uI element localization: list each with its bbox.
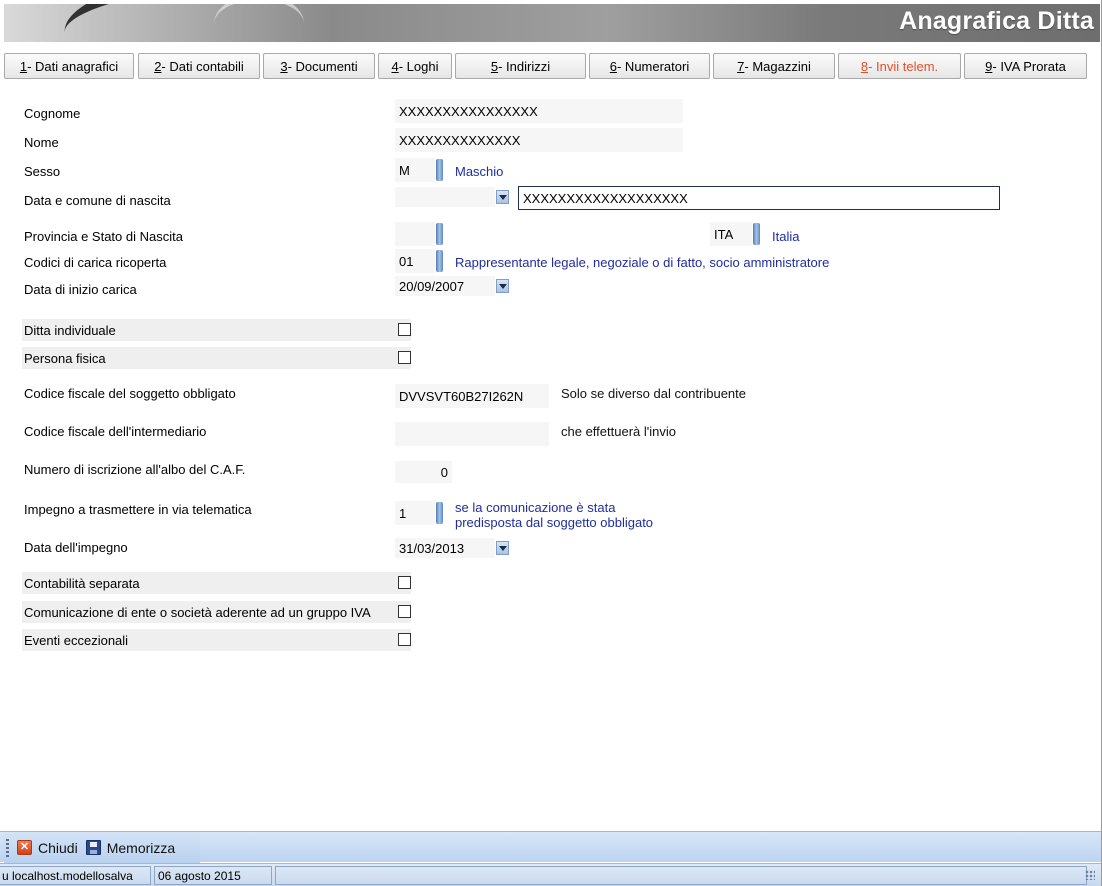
status-date: 06 agosto 2015 [154,866,272,885]
tab-loghi[interactable]: 4 - Loghi [378,53,452,79]
banner-decoration-highlight [214,4,304,42]
cognome-input[interactable]: XXXXXXXXXXXXXXXX [395,99,683,123]
data-nascita-dropdown-icon[interactable] [496,190,509,204]
tab-iva-prorata[interactable]: 9 - IVA Prorata [964,53,1087,79]
gruppo-iva-label: Comunicazione di ente o società aderente… [22,601,411,623]
inizio-carica-dropdown-icon[interactable] [496,279,509,293]
resize-grip-icon[interactable] [1085,870,1095,880]
nome-label: Nome [24,134,59,150]
cf-obbligato-label: Codice fiscale del soggetto obbligato [24,385,236,401]
close-button[interactable]: ✕ Chiudi [17,840,78,856]
header-banner: Anagrafica Ditta [4,4,1100,42]
provincia-label: Provincia e Stato di Nascita [24,228,183,244]
inizio-carica-label: Data di inizio carica [24,281,137,297]
close-icon: ✕ [17,840,32,855]
sesso-label: Sesso [24,163,61,179]
status-connection: u localhost.modellosalva [0,866,151,885]
nascita-label: Data e comune di nascita [24,192,171,208]
ditta-individuale-label: Ditta individuale [22,319,411,341]
ditta-individuale-checkbox[interactable] [398,323,411,336]
nome-input[interactable]: XXXXXXXXXXXXXX [395,128,683,152]
stato-input[interactable]: ITA [710,222,752,246]
impegno-input[interactable]: 1 [395,501,435,525]
persona-fisica-checkbox[interactable] [398,351,411,364]
tab-numeratori[interactable]: 6 - Numeratori [589,53,710,79]
data-impegno-dropdown-icon[interactable] [496,541,509,555]
cf-intermediario-input[interactable] [395,422,549,446]
tab-dati-contabili[interactable]: 2 - Dati contabili [138,53,260,79]
tab-indirizzi[interactable]: 5 - Indirizzi [455,53,586,79]
comune-nascita-input[interactable]: XXXXXXXXXXXXXXXXXXX [518,186,1000,210]
eventi-eccezionali-checkbox[interactable] [398,633,411,646]
stato-lookup-button[interactable] [753,223,760,245]
sesso-lookup-button[interactable] [436,159,443,181]
save-icon [85,840,101,855]
carica-lookup-button[interactable] [436,250,443,272]
provincia-lookup-button[interactable] [436,223,443,245]
contabilita-separata-label: Contabilità separata [22,572,411,594]
tab-documenti[interactable]: 3 - Documenti [263,53,375,79]
inizio-carica-input[interactable]: 20/09/2007 [395,276,495,296]
window: Anagrafica Ditta 1 - Dati anagrafici 2 -… [0,0,1102,886]
tab-dati-anagrafici[interactable]: 1 - Dati anagrafici [4,53,134,79]
cf-intermediario-label: Codice fiscale dell'intermediario [24,423,207,439]
save-button[interactable]: Memorizza [85,840,175,856]
caf-label: Numero di iscrizione all'albo del C.A.F. [24,461,246,477]
tab-magazzini[interactable]: 7 - Magazzini [713,53,835,79]
carica-input[interactable]: 01 [395,249,435,273]
toolbar-group: ✕ Chiudi Memorizza [4,832,200,863]
data-nascita-input[interactable] [395,187,495,207]
toolbar-grip[interactable] [6,838,9,857]
gruppo-iva-checkbox[interactable] [398,605,411,618]
status-bar: u localhost.modellosalva 06 agosto 2015 [0,863,1101,886]
bottom-toolbar: ✕ Chiudi Memorizza [0,831,1101,863]
impegno-label: Impegno a trasmettere in via telematica [24,501,252,517]
contabilita-separata-checkbox[interactable] [398,576,411,589]
caf-input[interactable]: 0 [395,461,452,483]
impegno-lookup-button[interactable] [436,502,443,524]
data-impegno-input[interactable]: 31/03/2013 [395,538,495,558]
cognome-label: Cognome [24,105,81,121]
data-impegno-label: Data dell'impegno [24,539,128,555]
sesso-input[interactable]: M [395,158,435,182]
cf-obbligato-note: Solo se diverso dal contribuente [561,386,747,401]
cf-intermediario-note: che effettuerà l'invio [561,424,676,439]
cf-obbligato-input[interactable]: DVVSVT60B27I262N [395,384,549,408]
status-extra [275,866,1087,885]
stato-description: Italia [772,229,800,244]
impegno-description-line2: predisposta dal soggetto obbligato [455,515,654,530]
impegno-description-line1: se la comunicazione è stata [455,500,616,515]
provincia-input[interactable] [395,222,435,246]
persona-fisica-label: Persona fisica [22,347,411,369]
carica-label: Codici di carica ricoperta [24,254,167,270]
tab-invii-telem[interactable]: 8 - Invii telem. [838,53,961,79]
carica-description: Rappresentante legale, negoziale o di fa… [455,255,830,270]
sesso-description: Maschio [455,164,504,179]
page-title: Anagrafica Ditta [899,7,1094,35]
eventi-eccezionali-label: Eventi eccezionali [22,629,411,651]
